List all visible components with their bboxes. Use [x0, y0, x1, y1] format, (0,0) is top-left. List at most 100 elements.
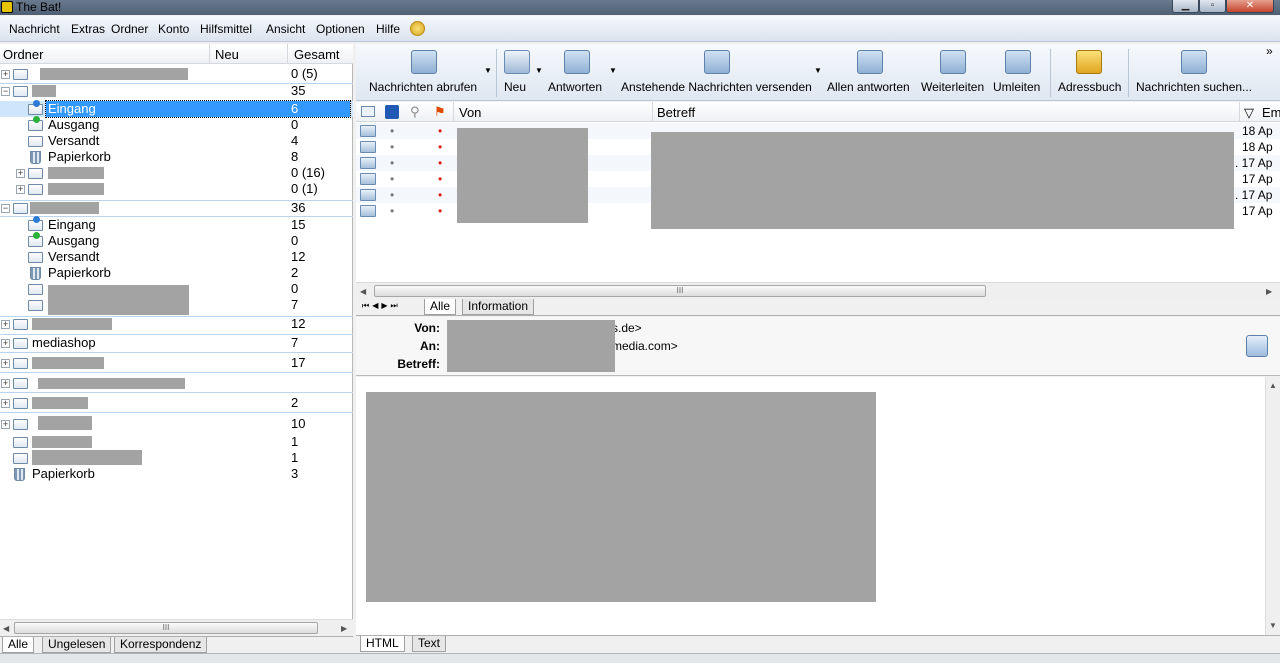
column-von[interactable]: Von — [459, 105, 481, 120]
menu-nachricht[interactable]: Nachricht — [9, 22, 60, 36]
column-neu[interactable]: Neu — [215, 47, 239, 62]
menu-optionen[interactable]: Optionen — [316, 22, 365, 36]
menu-ansicht[interactable]: Ansicht — [266, 22, 305, 36]
minimize-button[interactable]: ▁ — [1172, 0, 1199, 13]
tab-korrespondenz[interactable]: Korrespondenz — [114, 637, 208, 653]
expand-icon[interactable]: + — [1, 359, 10, 368]
column-betreff[interactable]: Betreff — [657, 105, 695, 120]
expand-icon[interactable]: + — [16, 185, 25, 194]
column-empfangen[interactable]: Em — [1262, 105, 1280, 120]
close-button[interactable]: ✕ — [1226, 0, 1274, 13]
menu-hilfsmittel[interactable]: Hilfsmittel — [200, 22, 252, 36]
send-queued-button[interactable]: Anstehende Nachrichten versenden ▼ — [620, 44, 822, 101]
folder-icon — [28, 300, 43, 311]
scroll-down-icon[interactable]: ▼ — [1269, 621, 1277, 630]
folder-versandt-2[interactable]: Versandt 12 — [0, 249, 353, 265]
message-list-header: ⚲ ⚑ Von Betreff ▽ Em — [356, 102, 1280, 122]
flag-column-icon[interactable]: ⚑ — [434, 104, 446, 120]
scroll-left-icon[interactable]: ◀ — [3, 624, 9, 633]
dropdown-arrow-icon[interactable]: ▼ — [814, 66, 822, 75]
new-message-button[interactable]: Neu ▼ — [502, 44, 543, 101]
menu-extras[interactable]: Extras — [71, 22, 105, 36]
reply-button[interactable]: Antworten ▼ — [546, 44, 617, 101]
folder-papierkorb-1[interactable]: Papierkorb 8 — [0, 149, 353, 165]
folder-eingang-1[interactable]: Eingang 6 — [0, 100, 353, 118]
body-vscrollbar[interactable]: ▲ ▼ — [1265, 377, 1280, 635]
folder-eingang-2[interactable]: Eingang 15 — [0, 216, 353, 233]
folder-icon — [28, 184, 43, 195]
folder-header: Ordner Neu Gesamt — [0, 44, 353, 64]
address-book-button[interactable]: Adressbuch — [1056, 44, 1122, 101]
sun-icon[interactable] — [410, 21, 425, 36]
maximize-button[interactable]: ▫ — [1199, 0, 1226, 13]
expand-icon[interactable]: + — [1, 339, 10, 348]
tab-alle[interactable]: Alle — [2, 637, 35, 653]
message-icon — [360, 205, 376, 217]
expand-icon[interactable]: + — [1, 420, 10, 429]
attachment-column-icon[interactable]: ⚲ — [410, 104, 420, 120]
column-ordner[interactable]: Ordner — [3, 47, 43, 62]
menu-ordner[interactable]: Ordner — [111, 22, 148, 36]
toolbar-overflow-icon[interactable]: » — [1266, 44, 1273, 58]
folder-icon — [13, 338, 28, 349]
scroll-right-icon[interactable]: ▶ — [341, 624, 347, 633]
expand-icon[interactable]: + — [1, 399, 10, 408]
folder-versandt-1[interactable]: Versandt 4 — [0, 133, 353, 149]
menu-konto[interactable]: Konto — [158, 22, 189, 36]
message-list-hscrollbar[interactable]: ◀ III ▶ — [356, 282, 1280, 299]
message-list: ⚲ ⚑ Von Betreff ▽ Em • • 18 Ap • • 18 Ap •… — [356, 102, 1280, 298]
forward-icon — [940, 50, 966, 74]
folder-icon — [13, 378, 28, 389]
expand-icon[interactable]: + — [1, 320, 10, 329]
message-header-pane: Von: An: Betreff: s.de> media.com> — [356, 317, 1280, 376]
scroll-up-icon[interactable]: ▲ — [1269, 381, 1277, 390]
tab-ungelesen[interactable]: Ungelesen — [42, 637, 112, 653]
dropdown-arrow-icon[interactable]: ▼ — [609, 66, 617, 75]
menu-hilfe[interactable]: Hilfe — [376, 22, 400, 36]
collapse-icon[interactable]: − — [1, 204, 10, 213]
sort-icon[interactable]: ▽ — [1244, 105, 1254, 121]
folder-papierkorb-root[interactable]: Papierkorb 3 — [0, 466, 353, 482]
fetch-mail-button[interactable]: Nachrichten abrufen ▼ — [366, 44, 494, 101]
folder-mediashop[interactable]: + mediashop 7 — [0, 335, 353, 351]
folder-papierkorb-2[interactable]: Papierkorb 2 — [0, 265, 353, 281]
trash-icon — [30, 151, 41, 164]
dropdown-arrow-icon[interactable]: ▼ — [535, 66, 543, 75]
search-messages-button[interactable]: Nachrichten suchen... — [1134, 44, 1254, 101]
expand-icon[interactable]: + — [1, 379, 10, 388]
scroll-left-icon[interactable]: ◀ — [360, 287, 366, 296]
message-body — [356, 377, 1280, 635]
message-icon — [360, 141, 376, 153]
folder-hscrollbar[interactable]: ◀ III ▶ — [0, 619, 353, 636]
scroll-right-icon[interactable]: ▶ — [1266, 287, 1272, 296]
tab-html[interactable]: HTML — [360, 636, 405, 652]
expand-icon[interactable]: + — [1, 70, 10, 79]
address-book-icon — [1076, 50, 1102, 74]
reply-all-button[interactable]: Allen antworten — [826, 44, 914, 101]
trash-icon — [14, 468, 25, 481]
column-gesamt[interactable]: Gesamt — [294, 47, 340, 62]
dropdown-arrow-icon[interactable]: ▼ — [484, 66, 492, 75]
tab-information[interactable]: Information — [462, 299, 535, 315]
navigation-arrows-icon[interactable]: ⏮◀▶⏭ — [362, 301, 401, 311]
collapse-icon[interactable]: − — [1, 87, 10, 96]
folder-ausgang-1[interactable]: Ausgang 0 — [0, 116, 353, 133]
outbox-icon — [28, 232, 43, 247]
tab-alle-preview[interactable]: Alle — [424, 299, 457, 315]
forward-button[interactable]: Weiterleiten — [920, 44, 986, 101]
preview-tabs: ⏮◀▶⏭ Alle Information — [356, 299, 1280, 316]
scroll-thumb[interactable]: III — [14, 622, 318, 634]
tab-text[interactable]: Text — [412, 636, 447, 652]
reply-pane-icon[interactable] — [1246, 335, 1268, 357]
folder-icon — [28, 284, 43, 295]
redirect-button[interactable]: Umleiten — [992, 44, 1044, 101]
scroll-thumb[interactable]: III — [374, 285, 986, 297]
reply-all-icon — [857, 50, 883, 74]
folder-ausgang-2[interactable]: Ausgang 0 — [0, 232, 353, 249]
inbox-icon — [28, 216, 43, 231]
envelope-column-icon[interactable] — [361, 106, 375, 117]
expand-icon[interactable]: + — [16, 169, 25, 178]
priority-column-icon[interactable] — [385, 105, 399, 119]
search-icon — [1181, 50, 1207, 74]
sent-icon — [28, 252, 43, 263]
